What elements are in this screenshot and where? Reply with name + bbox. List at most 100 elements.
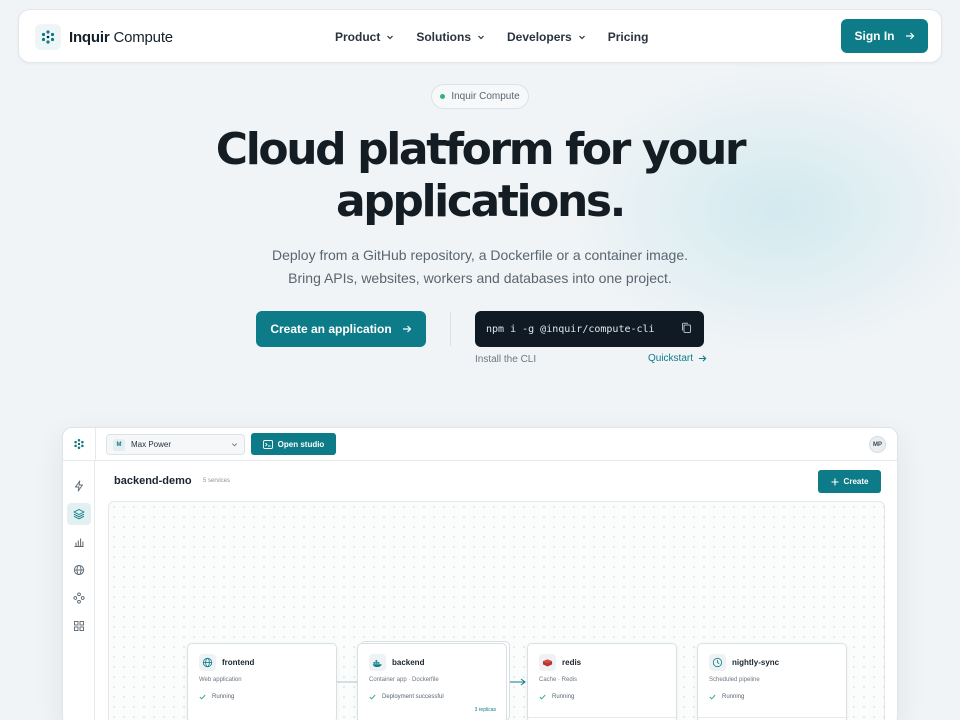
redis-icon: [539, 654, 556, 671]
inquir-logo-icon: [35, 24, 61, 50]
chevron-down-icon: [478, 35, 484, 40]
plus-icon: [831, 478, 839, 485]
project-title: backend-demo: [114, 475, 192, 487]
brand-suffix: Compute: [113, 28, 173, 46]
status-dot-icon: [440, 94, 446, 99]
workspace-select[interactable]: M Max Power: [106, 434, 245, 455]
sidebar-item-network[interactable]: [67, 587, 91, 609]
lightning-icon: [75, 480, 83, 492]
workspace-badge: M: [113, 438, 125, 451]
nav-item-label: Pricing: [607, 30, 649, 44]
nav-item-label: Product: [335, 30, 381, 44]
open-studio-button[interactable]: Open studio: [251, 433, 336, 455]
service-status-label: Running: [552, 694, 575, 700]
create-label: Create: [843, 477, 869, 486]
arrow-right-icon: [905, 32, 914, 40]
app-sidebar: [63, 461, 95, 720]
services-count: 5 services: [203, 478, 231, 484]
service-status: Running: [539, 694, 574, 700]
quickstart-link[interactable]: Quickstart: [648, 353, 707, 364]
arrow-right-icon: [698, 355, 707, 362]
service-status: Running: [199, 694, 234, 700]
service-subtitle: Web application: [199, 677, 242, 683]
service-name: frontend: [222, 658, 255, 667]
hero-title: Cloud platform for your applications.: [180, 124, 780, 228]
card-divider: [528, 717, 678, 718]
hero-badge: Inquir Compute: [431, 84, 529, 109]
app-preview: M Max Power Open studio MP backend-demo …: [62, 427, 898, 720]
sign-in-label: Sign In: [854, 29, 895, 43]
hero-badge-label: Inquir Compute: [451, 91, 520, 102]
nav-item-product[interactable]: Product: [335, 30, 394, 44]
cli-caption: Install the CLI: [475, 354, 537, 365]
service-card-frontend[interactable]: frontend Web application Running: [187, 643, 337, 720]
nav-item-pricing[interactable]: Pricing: [608, 30, 649, 44]
hero-title-line: Cloud platform for your: [215, 124, 747, 175]
service-status: Deployment successful: [369, 694, 444, 700]
app-topbar: M Max Power Open studio MP: [63, 428, 897, 461]
globe-icon: [73, 564, 85, 576]
sign-in-button[interactable]: Sign In: [841, 19, 928, 53]
sidebar-item-domains[interactable]: [67, 559, 91, 581]
service-subtitle: Cache · Redis: [539, 677, 578, 683]
service-subtitle: Scheduled pipeline: [709, 677, 760, 683]
globe-icon: [199, 654, 216, 671]
cli-command-box[interactable]: npm i -g @inquir/compute-cli: [475, 311, 704, 347]
chevron-down-icon: [387, 35, 394, 40]
check-icon: [539, 694, 546, 700]
service-card-redis[interactable]: redis Cache · Redis Running: [527, 643, 678, 720]
service-card-backend[interactable]: backend Container app · Dockerfile Deplo…: [357, 643, 507, 720]
bar-chart-icon: [74, 538, 84, 547]
nav-item-developers[interactable]: Developers: [507, 30, 586, 44]
create-button[interactable]: Create: [818, 470, 881, 493]
inquir-logo-icon[interactable]: [71, 436, 87, 452]
top-navbar: Inquir Compute Product Solutions Develop…: [18, 9, 942, 63]
copy-icon[interactable]: [681, 322, 692, 334]
nav-item-label: Solutions: [416, 30, 472, 44]
service-status-label: Deployment successful: [382, 694, 444, 700]
hero-subtitle-line: Deploy from a GitHub repository, a Docke…: [271, 247, 689, 263]
grid-icon: [74, 621, 84, 631]
brand[interactable]: Inquir Compute: [35, 24, 173, 50]
service-subtitle: Container app · Dockerfile: [369, 677, 439, 683]
service-status-label: Running: [722, 694, 745, 700]
check-icon: [369, 694, 376, 700]
check-icon: [199, 694, 206, 700]
project-canvas[interactable]: frontend Web application Running backend…: [108, 501, 885, 720]
chevron-down-icon: [231, 443, 238, 447]
terminal-icon: [262, 439, 273, 449]
replicas-badge: 3 replicas: [474, 707, 496, 713]
hero-title-line: applications.: [336, 176, 626, 227]
open-studio-label: Open studio: [277, 439, 325, 449]
service-name: backend: [392, 658, 425, 667]
divider: [95, 428, 96, 461]
service-name: nightly-sync: [732, 658, 780, 667]
hero-subtitle: Deploy from a GitHub repository, a Docke…: [200, 244, 760, 290]
sidebar-item-apps[interactable]: [67, 615, 91, 637]
service-card-nightly-sync[interactable]: nightly-sync Scheduled pipeline Running: [697, 643, 848, 720]
quickstart-label: Quickstart: [648, 353, 694, 364]
sidebar-item-metrics[interactable]: [67, 531, 91, 553]
create-application-label: Create an application: [270, 322, 392, 336]
service-status-label: Running: [212, 694, 235, 700]
sidebar-item-projects[interactable]: [67, 503, 91, 525]
hero-subtitle-line: Bring APIs, websites, workers and databa…: [288, 270, 672, 286]
arrow-right-icon: [402, 325, 412, 333]
divider: [450, 312, 451, 346]
nav-links: Product Solutions Developers Pricing: [335, 10, 670, 64]
clock-icon: [709, 654, 726, 671]
check-icon: [709, 694, 716, 700]
brand-name: Inquir: [69, 28, 110, 46]
nav-item-solutions[interactable]: Solutions: [416, 30, 485, 44]
nodes-icon: [73, 592, 85, 604]
sidebar-item-functions[interactable]: [67, 475, 91, 497]
layers-icon: [73, 509, 85, 520]
workspace-name: Max Power: [131, 440, 172, 449]
create-application-button[interactable]: Create an application: [256, 311, 426, 347]
docker-icon: [369, 654, 386, 671]
service-status: Running: [709, 694, 744, 700]
card-divider: [698, 717, 848, 718]
service-name: redis: [562, 658, 582, 667]
cli-command: npm i -g @inquir/compute-cli: [486, 323, 655, 335]
avatar[interactable]: MP: [869, 436, 886, 453]
